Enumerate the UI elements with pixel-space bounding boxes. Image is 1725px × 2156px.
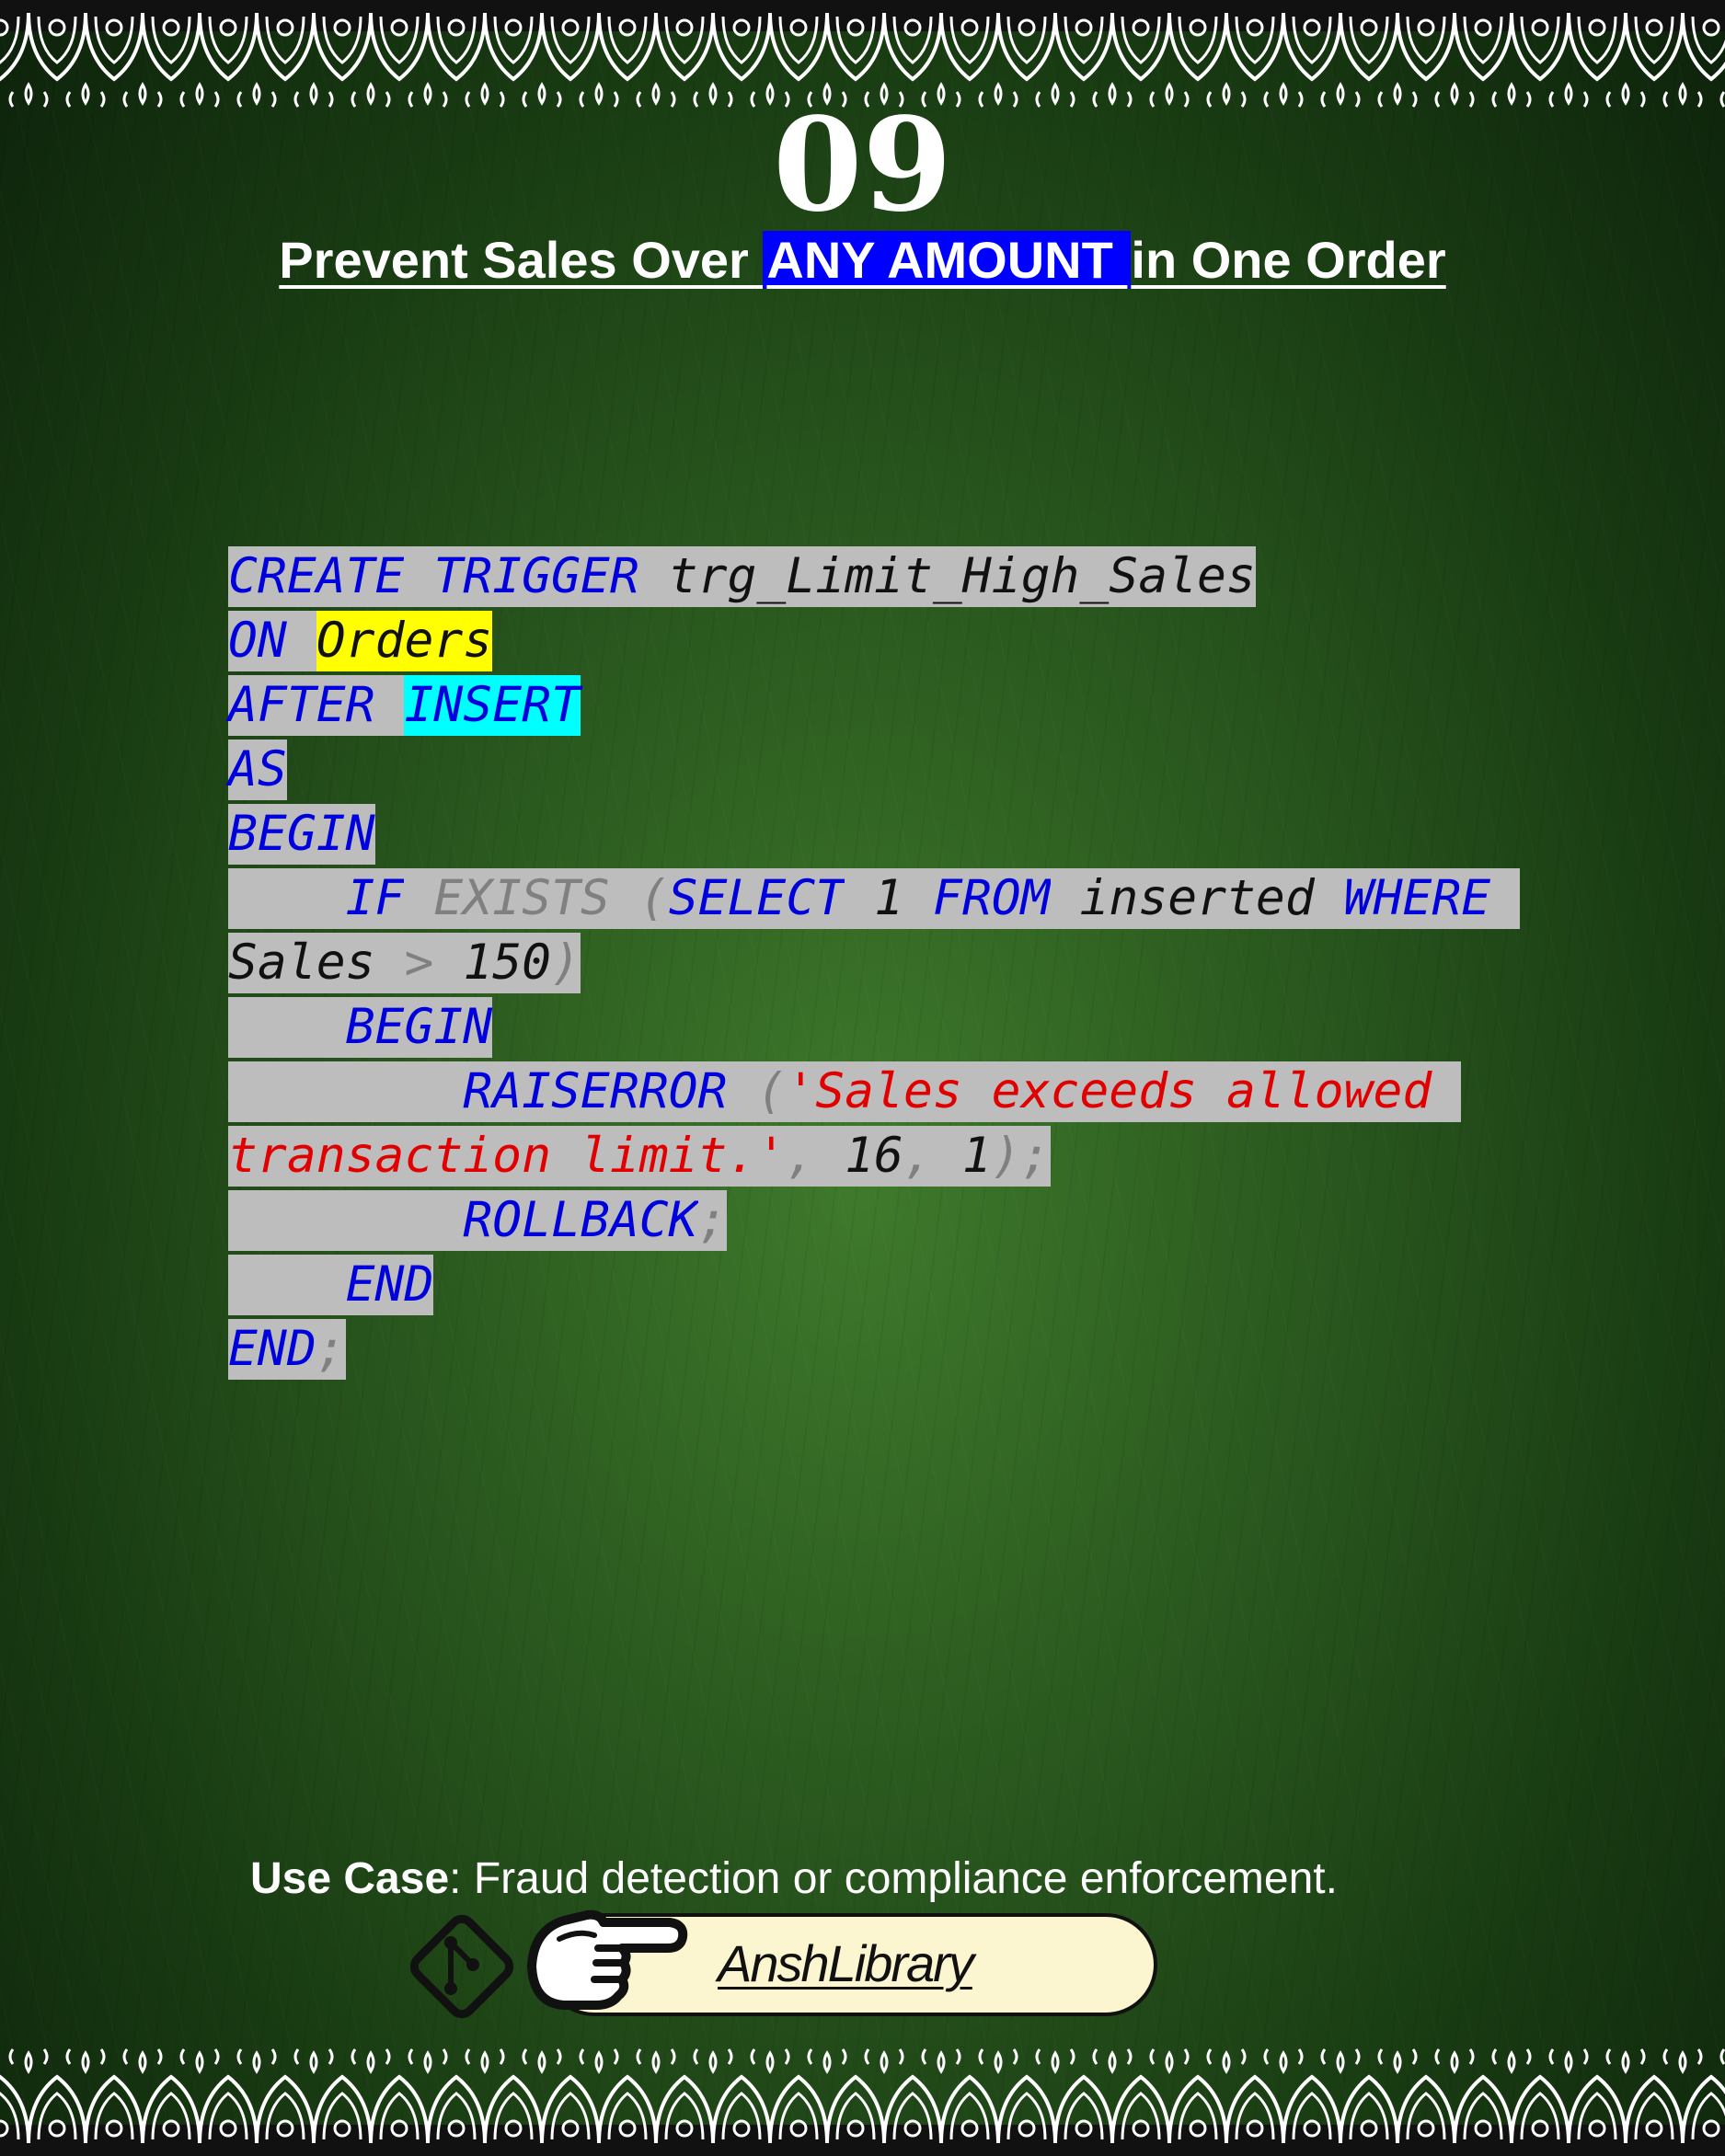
code-token bbox=[228, 868, 346, 929]
code-token bbox=[1314, 868, 1344, 929]
bottom-ornamental-border bbox=[0, 2041, 1725, 2156]
title-before: Prevent Sales Over bbox=[279, 231, 764, 289]
code-token: END bbox=[345, 1255, 434, 1315]
code-line: ON Orders bbox=[228, 611, 1535, 675]
code-line: AFTER INSERT bbox=[228, 675, 1535, 740]
code-token: IF bbox=[345, 868, 405, 929]
code-token bbox=[228, 1255, 346, 1315]
code-token: TRIGGER bbox=[433, 546, 639, 607]
title-highlight: ANY AMOUNT bbox=[763, 231, 1132, 289]
git-icon bbox=[409, 1914, 514, 2019]
code-token: , bbox=[903, 1126, 933, 1187]
code-token bbox=[932, 1126, 962, 1187]
code-token: Orders bbox=[316, 611, 493, 671]
pointing-hand-icon bbox=[527, 1909, 688, 2010]
code-line: IF EXISTS (SELECT 1 FROM inserted WHERE bbox=[228, 868, 1535, 933]
code-token bbox=[433, 933, 464, 993]
code-token bbox=[228, 1061, 464, 1122]
code-token bbox=[374, 675, 405, 736]
code-line: END bbox=[228, 1255, 1535, 1319]
code-token bbox=[228, 997, 346, 1058]
code-token bbox=[1490, 868, 1521, 929]
use-case-text: : Fraud detection or compliance enforcem… bbox=[449, 1854, 1338, 1903]
code-token: ON bbox=[228, 611, 287, 671]
code-token bbox=[404, 546, 434, 607]
code-line: transaction limit.', 16, 1); bbox=[228, 1126, 1535, 1190]
code-token: > bbox=[404, 933, 434, 993]
code-token: END bbox=[228, 1319, 316, 1380]
code-token: ; bbox=[697, 1190, 728, 1251]
code-token: WHERE bbox=[1343, 868, 1491, 929]
code-token: CREATE bbox=[228, 546, 405, 607]
code-token: SELECT bbox=[668, 868, 845, 929]
code-token: trg_Limit_High_Sales bbox=[668, 546, 1256, 607]
page-title: Prevent Sales Over ANY AMOUNT in One Ord… bbox=[0, 228, 1725, 292]
code-token: 'Sales exceeds allowed bbox=[786, 1061, 1462, 1122]
code-token: FROM bbox=[932, 868, 1051, 929]
code-token: ( bbox=[756, 1061, 787, 1122]
code-token bbox=[1050, 868, 1080, 929]
code-token: 1 bbox=[961, 1126, 992, 1187]
code-token: , bbox=[786, 1126, 816, 1187]
code-token bbox=[228, 1190, 464, 1251]
code-token bbox=[903, 868, 933, 929]
code-token: 16 bbox=[845, 1126, 903, 1187]
code-token bbox=[286, 611, 316, 671]
brand-badge[interactable]: AnshLibrary bbox=[405, 1902, 1214, 2022]
code-line: BEGIN bbox=[228, 804, 1535, 868]
code-token: INSERT bbox=[404, 675, 581, 736]
code-line: ROLLBACK; bbox=[228, 1190, 1535, 1255]
code-token: 150 bbox=[463, 933, 552, 993]
code-token bbox=[638, 546, 669, 607]
code-line: CREATE TRIGGER trg_Limit_High_Sales bbox=[228, 546, 1535, 611]
code-token: EXISTS bbox=[433, 868, 610, 929]
code-token: AS bbox=[228, 740, 287, 800]
code-token bbox=[727, 1061, 757, 1122]
code-line: Sales > 150) bbox=[228, 933, 1535, 997]
brand-name[interactable]: AnshLibrary bbox=[718, 1922, 1104, 2005]
code-token: ) bbox=[551, 933, 581, 993]
code-token: ( bbox=[638, 868, 669, 929]
code-token bbox=[374, 933, 405, 993]
use-case-label: Use Case bbox=[250, 1854, 450, 1903]
code-token: AFTER bbox=[228, 675, 375, 736]
code-line: END; bbox=[228, 1319, 1535, 1383]
title-after: in One Order bbox=[1131, 231, 1446, 289]
use-case: Use Case: Fraud detection or compliance … bbox=[250, 1849, 1538, 1909]
code-line: RAISERROR ('Sales exceeds allowed bbox=[228, 1061, 1535, 1126]
code-token: ROLLBACK bbox=[463, 1190, 698, 1251]
code-token: 1 bbox=[874, 868, 903, 929]
code-token: BEGIN bbox=[345, 997, 493, 1058]
code-block: CREATE TRIGGER trg_Limit_High_Sales ON Or… bbox=[228, 546, 1535, 1383]
code-token: transaction limit.' bbox=[228, 1126, 787, 1187]
code-token: ); bbox=[991, 1126, 1051, 1187]
code-token: inserted bbox=[1079, 868, 1315, 929]
code-token: BEGIN bbox=[228, 804, 375, 865]
code-token bbox=[845, 868, 875, 929]
title-text: Prevent Sales Over ANY AMOUNT in One Ord… bbox=[279, 231, 1446, 289]
code-token bbox=[815, 1126, 845, 1187]
code-line: AS bbox=[228, 740, 1535, 804]
code-token: RAISERROR bbox=[463, 1061, 728, 1122]
code-token: ; bbox=[316, 1319, 346, 1380]
tip-number: 09 bbox=[773, 90, 952, 241]
code-token bbox=[609, 868, 639, 929]
code-token: Sales bbox=[228, 933, 375, 993]
code-line: BEGIN bbox=[228, 997, 1535, 1061]
code-token bbox=[404, 868, 434, 929]
